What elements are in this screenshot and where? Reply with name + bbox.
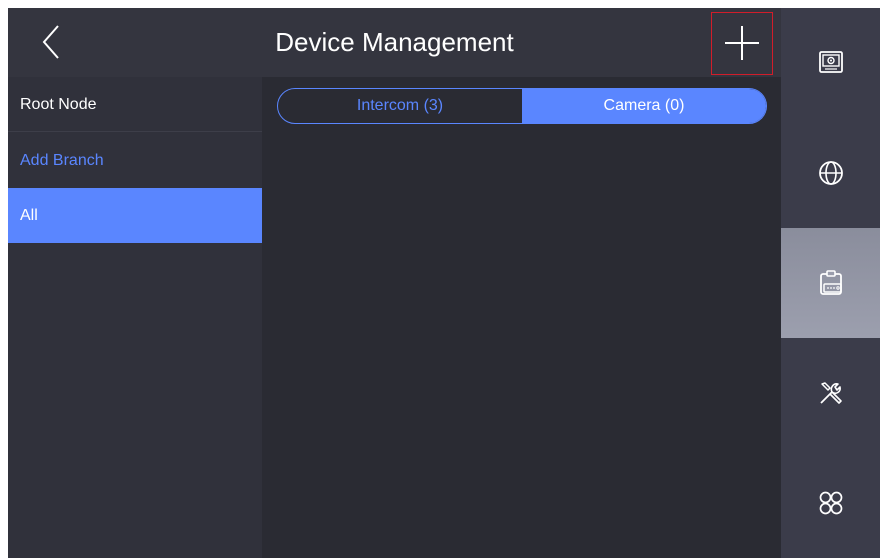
- globe-icon: [818, 161, 843, 185]
- tree-item-root-node[interactable]: Root Node: [8, 77, 262, 132]
- device-list-area: Intercom (3) Camera (0): [262, 77, 781, 558]
- nav-item-monitor[interactable]: [781, 8, 880, 118]
- apps-icon: [819, 491, 842, 515]
- branch-tree-panel: Root Node Add Branch All: [8, 77, 262, 558]
- device-management-screen: Device Management Root Node Add Branch A…: [8, 8, 880, 558]
- plus-icon: [725, 26, 759, 60]
- tab-intercom[interactable]: Intercom (3): [278, 89, 522, 123]
- nav-item-maintenance[interactable]: [781, 338, 880, 448]
- page-title: Device Management: [275, 27, 514, 57]
- right-navigation: [781, 8, 880, 558]
- tab-camera[interactable]: Camera (0): [522, 89, 766, 123]
- tree-item-add-branch[interactable]: Add Branch: [8, 133, 262, 188]
- tree-item-all[interactable]: All: [8, 188, 262, 243]
- tools-icon: [819, 382, 842, 404]
- nav-item-device-management[interactable]: [781, 228, 880, 338]
- nav-item-network[interactable]: [781, 118, 880, 228]
- back-button[interactable]: [30, 20, 74, 64]
- device-management-icon: [819, 270, 842, 295]
- nav-item-more[interactable]: [781, 448, 880, 558]
- monitor-icon: [818, 51, 843, 73]
- device-type-tabs: Intercom (3) Camera (0): [277, 88, 767, 124]
- header-bar: Device Management: [8, 8, 781, 77]
- chevron-left-icon: [42, 25, 59, 59]
- add-device-button[interactable]: [711, 12, 773, 75]
